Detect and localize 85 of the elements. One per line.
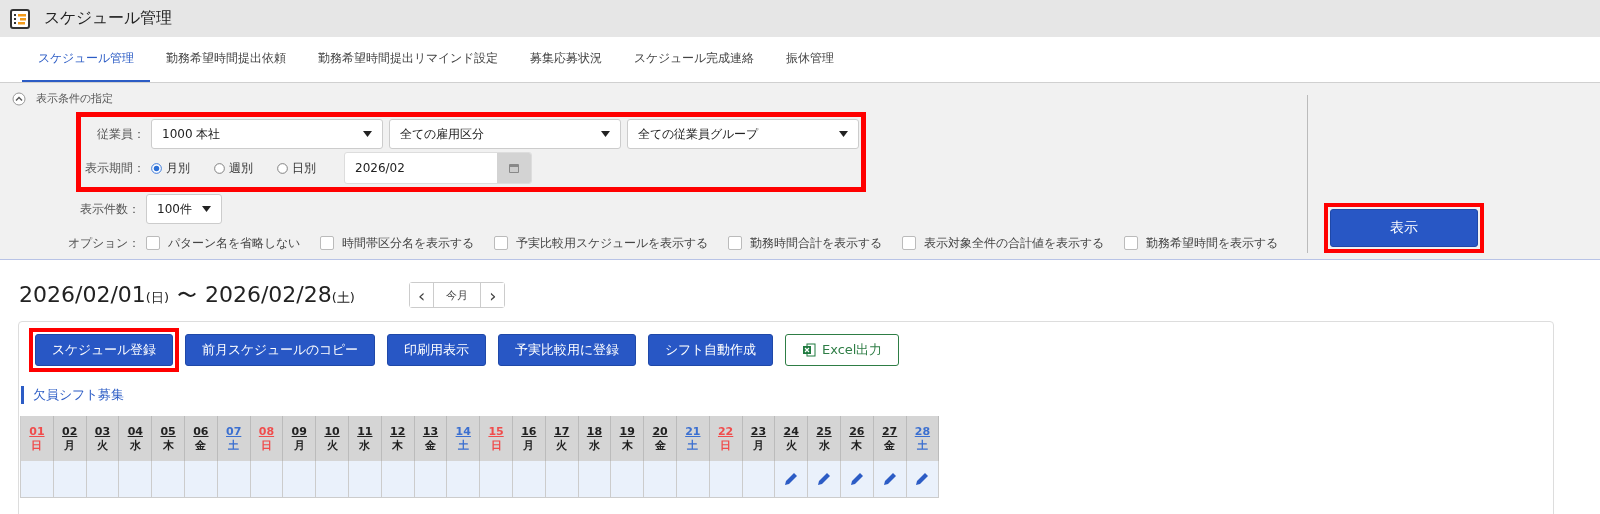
count-label: 表示件数： — [79, 200, 140, 218]
day-header: 22 日 — [709, 416, 743, 461]
spreadsheet-icon — [802, 343, 816, 357]
day-header: 26 木 — [840, 416, 874, 461]
dropdown[interactable]: 全ての雇用区分 — [389, 119, 621, 149]
day-header: 15 日 — [480, 416, 513, 461]
action-button[interactable]: 印刷用表示 — [387, 334, 486, 366]
checkbox-option[interactable]: 時間帯区分名を表示する — [320, 234, 474, 252]
day-header: 09 月 — [283, 416, 317, 461]
radio-icon[interactable] — [151, 162, 162, 174]
calendar-icon[interactable] — [508, 162, 520, 174]
pencil-icon[interactable] — [783, 471, 800, 487]
pencil-icon[interactable] — [914, 471, 931, 487]
tab[interactable]: スケジュール完成連絡 — [618, 37, 770, 82]
excel-export-button[interactable]: Excel出力 — [785, 334, 900, 366]
period-label: 表示期間： — [84, 159, 145, 177]
day-header: 10 火 — [316, 416, 349, 461]
window-title: スケジュール管理 — [44, 8, 172, 29]
checkbox[interactable] — [902, 236, 916, 250]
radio-option[interactable]: 日別 — [277, 159, 316, 177]
day-header: 05 木 — [152, 416, 185, 461]
radio-option[interactable]: 週別 — [214, 159, 253, 177]
day-header: 11 水 — [348, 416, 382, 461]
dropdown[interactable]: 100件 — [146, 194, 222, 224]
schedule-app-icon — [10, 8, 30, 29]
caret-icon — [601, 131, 610, 137]
options-label: オプション： — [67, 234, 140, 252]
day-header: 04 水 — [119, 416, 153, 461]
day-header: 08 日 — [250, 416, 284, 461]
day-header: 07 土 — [217, 416, 251, 461]
day-header: 27 金 — [873, 416, 907, 461]
day-header: 21 土 — [676, 416, 710, 461]
day-header: 20 金 — [644, 416, 677, 461]
day-header: 14 土 — [447, 416, 481, 461]
checkbox-option[interactable]: 勤務時間合計を表示する — [728, 234, 882, 252]
checkbox[interactable] — [146, 236, 160, 250]
day-header: 12 木 — [381, 416, 415, 461]
month-field[interactable]: 2026/02 — [344, 152, 532, 184]
checkbox[interactable] — [320, 236, 334, 250]
display-button[interactable]: 表示 — [1330, 209, 1478, 247]
day-header: 02 月 — [53, 416, 87, 461]
day-header: 24 火 — [775, 416, 809, 461]
day-header: 28 土 — [906, 416, 940, 461]
day-header: 03 火 — [86, 416, 120, 461]
tab[interactable]: 勤務希望時間提出依頼 — [150, 37, 302, 82]
checkbox[interactable] — [1124, 236, 1138, 250]
dropdown[interactable]: 1000 本社 — [151, 119, 383, 149]
employee-label: 従業員： — [96, 125, 145, 143]
day-header: 17 火 — [545, 416, 579, 461]
day-header: 23 月 — [742, 416, 776, 461]
checkbox[interactable] — [494, 236, 508, 250]
day-header: 06 金 — [185, 416, 218, 461]
action-button[interactable]: 予実比較用に登録 — [498, 334, 636, 366]
radio-icon[interactable] — [214, 162, 225, 174]
caret-icon — [363, 131, 372, 137]
collapse-icon[interactable] — [12, 91, 26, 106]
day-header: 13 金 — [414, 416, 448, 461]
radio-icon[interactable] — [277, 162, 288, 174]
day-header: 16 月 — [512, 416, 546, 461]
tab[interactable]: 振休管理 — [770, 37, 850, 82]
action-button[interactable]: 前月スケジュールのコピー — [185, 334, 375, 366]
pencil-icon[interactable] — [816, 471, 832, 487]
day-header: 18 水 — [578, 416, 612, 461]
tab[interactable]: 募集応募状況 — [514, 37, 618, 82]
caret-icon — [839, 131, 848, 137]
this-month-button[interactable]: 今月 — [433, 283, 482, 307]
day-header: 19 木 — [611, 416, 645, 461]
date-range: 2026/02/01(日) 〜 2026/02/28(土) — [19, 281, 356, 309]
caret-icon — [202, 206, 211, 212]
section-title: 欠員シフト募集 — [21, 386, 1553, 404]
checkbox-option[interactable]: 勤務希望時間を表示する — [1124, 234, 1278, 252]
tab[interactable]: 勤務希望時間提出リマインド設定 — [302, 37, 514, 82]
checkbox-option[interactable]: 予実比較用スケジュールを表示する — [494, 234, 708, 252]
checkbox[interactable] — [728, 236, 742, 250]
checkbox-option[interactable]: パターン名を省略しない — [146, 234, 300, 252]
action-button[interactable]: シフト自動作成 — [648, 334, 773, 366]
pencil-icon[interactable] — [848, 471, 865, 487]
checkbox-option[interactable]: 表示対象全件の合計値を表示する — [902, 234, 1104, 252]
radio-option[interactable]: 月別 — [151, 159, 190, 177]
day-header: 25 水 — [808, 416, 841, 461]
dropdown[interactable]: 全ての従業員グループ — [627, 119, 859, 149]
pencil-icon[interactable] — [881, 471, 898, 487]
action-button[interactable]: スケジュール登録 — [35, 334, 173, 366]
filter-title: 表示条件の指定 — [36, 91, 113, 106]
day-header: 01 日 — [21, 416, 54, 461]
